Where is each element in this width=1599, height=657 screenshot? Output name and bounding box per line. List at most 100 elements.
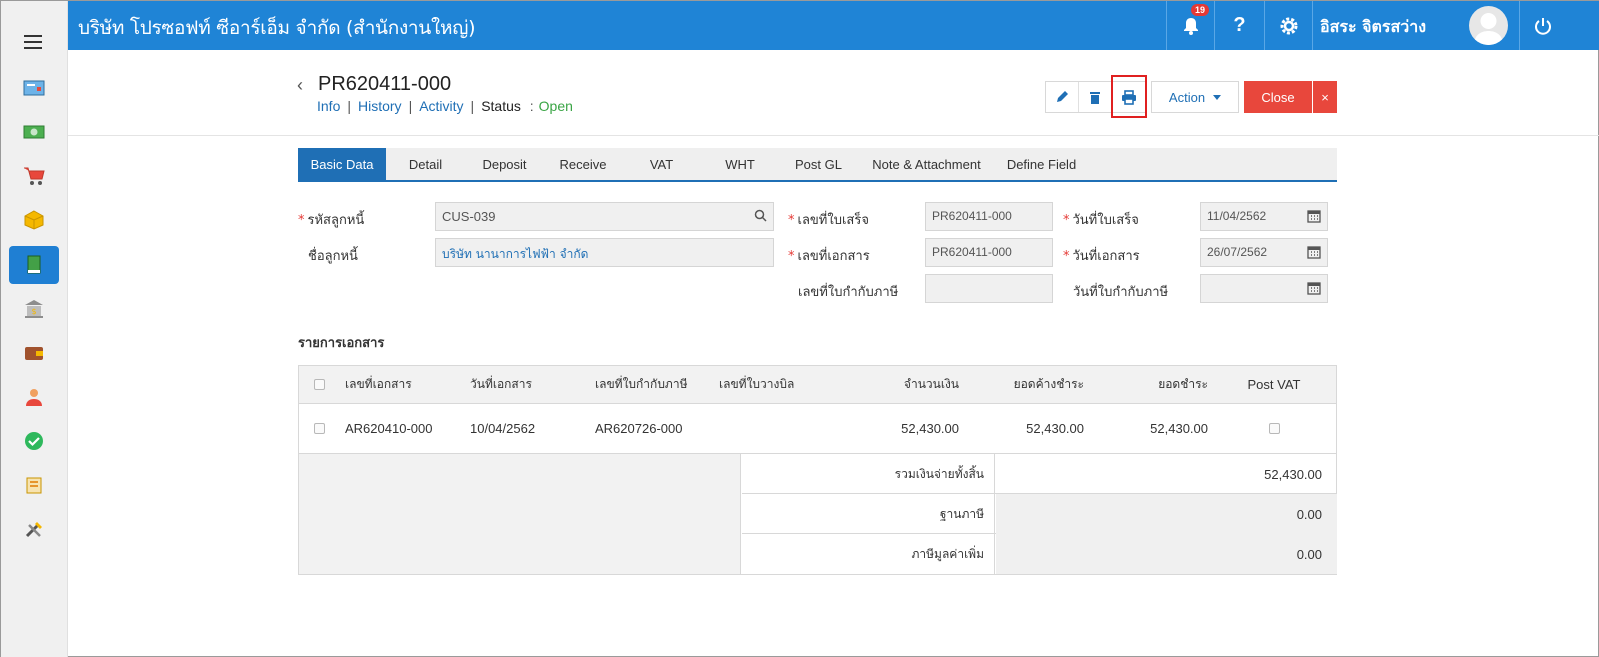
sidebar-item-box[interactable] [9,201,59,239]
history-link[interactable]: History [358,98,402,114]
sidebar-item-bank[interactable]: $ [9,290,59,328]
debtor-code-field[interactable]: CUS-039 [435,202,774,231]
tab-deposit[interactable]: Deposit [465,148,544,180]
calendar-icon[interactable] [1307,245,1321,259]
sidebar: $ [1,1,68,657]
sidebar-item-transfer[interactable] [9,466,59,504]
calendar-icon[interactable] [1307,209,1321,223]
sidebar-item-tools[interactable] [9,510,59,548]
status-separator: : [529,98,534,114]
sidebar-item-dashboard[interactable] [9,69,59,107]
pencil-icon [1057,91,1068,102]
summary-tax-base-value: 0.00 [996,494,1337,534]
sidebar-item-approve[interactable] [9,422,59,460]
caret-down-icon [1213,94,1222,100]
menu-toggle-icon[interactable] [24,35,42,49]
tab-basic-data[interactable]: Basic Data [298,148,386,180]
calendar-icon[interactable] [1307,281,1321,295]
divider [1312,1,1313,50]
row-checkbox[interactable] [314,423,325,434]
cart-icon [24,167,45,185]
sidebar-item-ledger[interactable] [9,246,59,284]
tax-invoice-date-label: วันที่ใบกำกับภาษี [1073,285,1169,300]
tab-vat[interactable]: VAT [622,148,701,180]
documents-section-title: รายการเอกสาร [298,336,385,351]
tab-note-attachment[interactable]: Note & Attachment [858,148,995,180]
status-label: Status [481,98,521,114]
sidebar-item-cart[interactable] [9,157,59,195]
debtor-code-label: * รหัสลูกหนี้ [298,213,365,228]
tools-icon [25,522,42,538]
tab-receive[interactable]: Receive [544,148,622,180]
col-outstanding[interactable]: ยอดค้างชำระ [964,366,1084,403]
gear-icon [1280,17,1297,34]
col-post-vat[interactable]: Post VAT [1224,366,1324,403]
close-button[interactable]: Close [1244,81,1312,113]
col-billing-no[interactable]: เลขที่ใบวางบิล [719,366,794,403]
summary-tax-base-row: ฐานภาษี 0.00 [742,494,1337,534]
summary-total-value: 52,430.00 [1264,466,1322,482]
doc-date-field[interactable]: 26/07/2562 [1200,238,1328,267]
divider [68,135,1599,136]
summary-vat-row: ภาษีมูลค่าเพิ่ม 0.00 [742,534,1337,574]
cell-amount: 52,430.00 [901,421,959,436]
avatar[interactable] [1469,6,1508,45]
delete-button[interactable] [1079,82,1112,112]
doc-no-field[interactable]: PR620411-000 [925,238,1053,267]
close-x-button[interactable]: × [1313,81,1337,113]
transfer-icon [26,477,42,494]
tab-bar: Basic Data Detail Deposit Receive VAT WH… [298,148,1337,182]
bell-icon [1183,17,1198,35]
doc-date-label: * วันที่เอกสาร [1063,249,1140,264]
summary-block: รวมเงินจ่ายทั้งสิ้น 52,430.00 ฐานภาษี 0.… [299,454,1337,574]
col-paid[interactable]: ยอดชำระ [1089,366,1208,403]
money-icon [23,125,45,139]
sidebar-item-wallet[interactable] [9,334,59,372]
box-icon [24,210,44,230]
sidebar-item-people[interactable] [9,378,59,416]
sidebar-item-money[interactable] [9,113,59,151]
notification-badge: 19 [1191,4,1210,16]
tab-wht[interactable]: WHT [701,148,779,180]
info-link[interactable]: Info [317,98,340,114]
tab-define-field[interactable]: Define Field [995,148,1088,180]
dashboard-icon [23,80,45,96]
cell-tax-invoice: AR620726-000 [595,421,683,436]
doc-nav-links: Info | History | Activity | Status : Open [317,98,573,114]
receipt-date-label: * วันที่ใบเสร็จ [1063,213,1139,228]
notifications-button[interactable]: 19 [1166,1,1214,50]
cell-doc-no: AR620410-000 [345,421,433,436]
cell-outstanding: 52,430.00 [1026,421,1084,436]
activity-link[interactable]: Activity [419,98,463,114]
summary-vat-value: 0.00 [996,534,1337,574]
username[interactable]: อิสระ จิตรสว่าง [1320,15,1426,40]
receipt-date-field[interactable]: 11/04/2562 [1200,202,1328,231]
check-circle-icon [25,432,43,450]
col-doc-date[interactable]: วันที่เอกสาร [470,366,532,403]
debtor-name-label: ชื่อลูกหนี้ [308,249,358,264]
receipt-no-field[interactable]: PR620411-000 [925,202,1053,231]
tab-post-gl[interactable]: Post GL [779,148,858,180]
svg-text:$: $ [31,307,36,316]
search-icon[interactable] [754,209,767,222]
people-icon [26,389,42,406]
post-vat-checkbox[interactable] [1268,423,1280,434]
select-all-checkbox[interactable] [314,379,325,390]
action-dropdown[interactable]: Action [1151,81,1239,113]
logout-button[interactable] [1519,1,1565,50]
col-amount[interactable]: จำนวนเงิน [839,366,959,403]
help-button[interactable]: ? [1214,1,1264,50]
col-tax-invoice[interactable]: เลขที่ใบกำกับภาษี [595,366,688,403]
table-row[interactable]: AR620410-000 10/04/2562 AR620726-000 52,… [299,404,1336,454]
back-chevron-icon[interactable]: ‹ [297,75,303,96]
tax-invoice-date-field[interactable] [1200,274,1328,303]
tab-detail[interactable]: Detail [386,148,465,180]
cell-paid: 52,430.00 [1150,421,1208,436]
debtor-name-field[interactable]: บริษัท นานาการไฟฟ้า จำกัด [435,238,774,267]
tax-invoice-no-field[interactable] [925,274,1053,303]
bank-icon: $ [25,300,43,318]
print-highlight-box [1111,75,1147,118]
settings-button[interactable] [1264,1,1312,50]
col-doc-no[interactable]: เลขที่เอกสาร [345,366,412,403]
edit-button[interactable] [1046,82,1079,112]
